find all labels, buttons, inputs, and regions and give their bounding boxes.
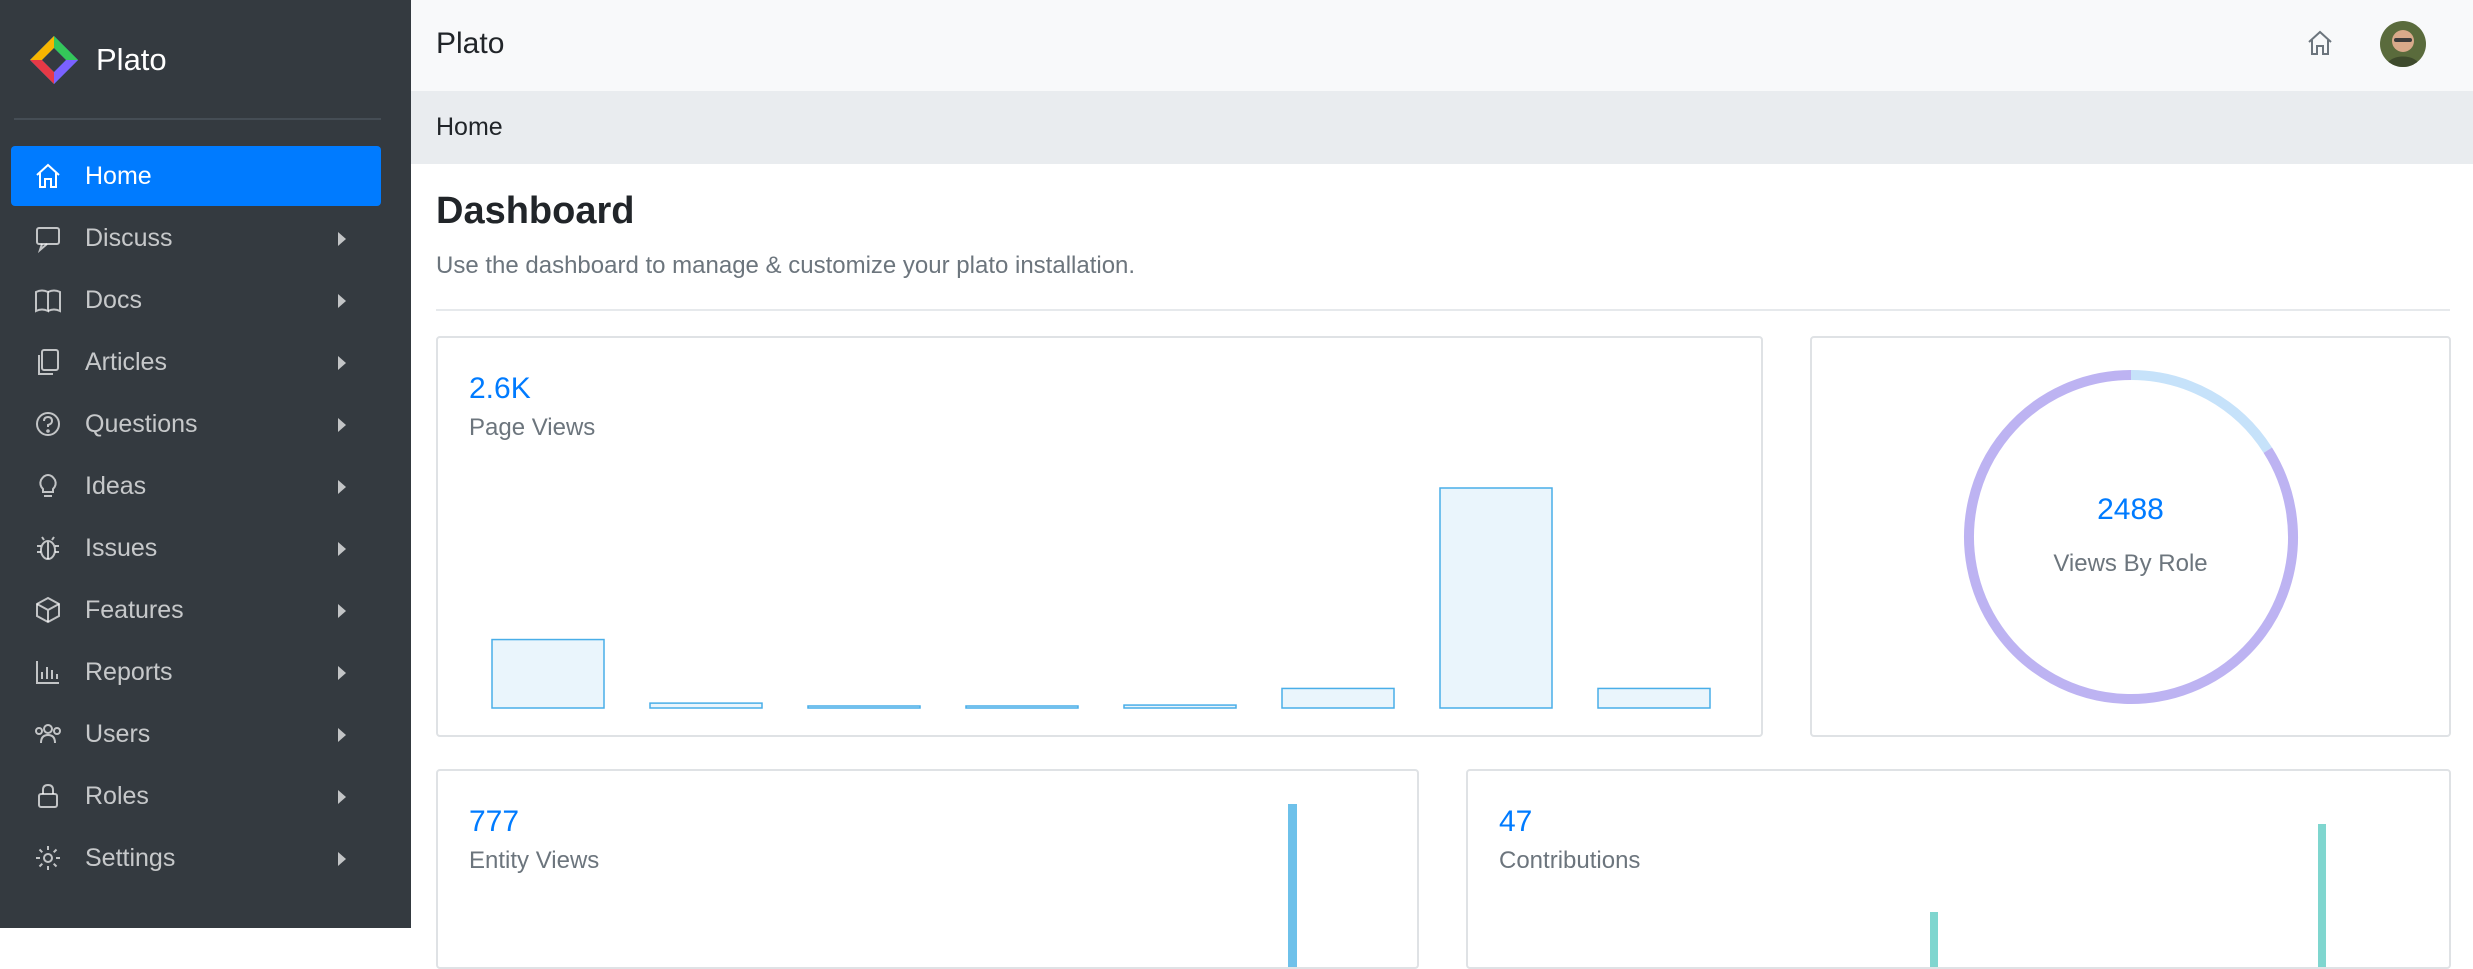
bar-2 (807, 705, 921, 709)
bar-6 (1439, 487, 1553, 709)
sidebar-item-ideas[interactable]: Ideas (11, 456, 381, 516)
contributions-value: 47 (1499, 805, 1533, 838)
caret-right-icon (338, 232, 346, 246)
sidebar-item-settings[interactable]: Settings (11, 828, 381, 888)
home-icon (36, 163, 60, 188)
sidebar-item-label: Articles (85, 347, 167, 376)
page-title: Dashboard (436, 190, 635, 232)
plato-logo-icon (30, 36, 78, 84)
sidebar-divider (14, 118, 381, 120)
topbar-title: Plato (436, 27, 505, 60)
caret-right-icon (338, 542, 346, 556)
sidebar-item-label: Ideas (85, 471, 147, 500)
sidebar-item-articles[interactable]: Articles (11, 332, 381, 392)
entity-views-value: 777 (469, 805, 520, 838)
sidebar-item-label: Reports (85, 657, 173, 686)
donut-slice-0 (2130, 370, 2273, 453)
caret-right-icon (338, 294, 346, 308)
sidebar-item-roles[interactable]: Roles (11, 766, 381, 826)
page-subtitle: Use the dashboard to manage & customize … (436, 252, 1136, 279)
bar-4 (1123, 704, 1237, 709)
question-circle-icon (36, 412, 60, 436)
top-navbar: Plato (411, 0, 2473, 91)
sidebar-item-label: Roles (85, 781, 149, 810)
page-views-bar-chart (491, 487, 1711, 709)
breadcrumb-item-home[interactable]: Home (436, 113, 503, 142)
lock-icon (38, 783, 58, 808)
copy-icon (38, 349, 59, 375)
page-divider (436, 309, 2450, 311)
bug-icon (37, 536, 59, 560)
caret-right-icon (338, 418, 346, 432)
sidebar-item-discuss[interactable]: Discuss (11, 208, 381, 268)
sidebar-item-label: Home (85, 161, 152, 190)
bar-chart-icon (36, 661, 59, 684)
contributions-bar-small (1930, 912, 1938, 967)
contributions-bar-large (2318, 824, 2326, 967)
sidebar-item-reports[interactable]: Reports (11, 642, 381, 702)
bar-1 (649, 702, 763, 709)
views-by-role-card: 2488 Views By Role (1810, 336, 2451, 737)
views-by-role-label: Views By Role (2053, 550, 2208, 577)
sidebar-item-label: Discuss (85, 223, 173, 252)
breadcrumb: Home (411, 91, 2473, 164)
caret-right-icon (338, 666, 346, 680)
sidebar-item-label: Features (85, 595, 184, 624)
sidebar-item-questions[interactable]: Questions (11, 394, 381, 454)
sidebar-item-label: Settings (85, 843, 176, 872)
brand-name: Plato (96, 42, 167, 77)
sidebar: Plato Home Discuss Docs Articles Questions Id… (0, 0, 411, 928)
comment-icon (36, 227, 60, 253)
sidebar-item-home[interactable]: Home (11, 146, 381, 206)
sidebar-item-label: Users (85, 719, 151, 748)
bar-7 (1597, 687, 1711, 709)
users-icon (35, 724, 61, 744)
caret-right-icon (338, 790, 346, 804)
sidebar-item-users[interactable]: Users (11, 704, 381, 764)
contributions-label: Contributions (1499, 847, 1641, 874)
sidebar-item-features[interactable]: Features (11, 580, 381, 640)
bar-3 (965, 705, 1079, 709)
caret-right-icon (338, 480, 346, 494)
page-views-card: 2.6K Page Views (436, 336, 1763, 737)
cube-icon (36, 596, 60, 624)
bar-5 (1281, 687, 1395, 709)
caret-right-icon (338, 852, 346, 866)
views-by-role-value: 2488 (2097, 493, 2164, 526)
sidebar-item-issues[interactable]: Issues (11, 518, 381, 578)
caret-right-icon (338, 728, 346, 742)
views-by-role-donut-chart (1964, 370, 2298, 704)
brand[interactable]: Plato (28, 32, 167, 88)
sidebar-nav: Home Discuss Docs Articles Questions Ideas Iss… (11, 146, 381, 890)
sidebar-item-label: Questions (85, 409, 198, 438)
sidebar-item-label: Issues (85, 533, 158, 562)
entity-views-label: Entity Views (469, 847, 600, 874)
entity-views-bar (1288, 804, 1297, 967)
book-icon (35, 289, 61, 313)
avatar[interactable] (2380, 21, 2426, 67)
lightbulb-icon (39, 473, 57, 497)
home-icon[interactable] (2304, 27, 2336, 59)
sidebar-item-docs[interactable]: Docs (11, 270, 381, 330)
caret-right-icon (338, 604, 346, 618)
entity-views-card: 777 Entity Views (436, 769, 1419, 969)
caret-right-icon (338, 356, 346, 370)
bar-0 (491, 638, 605, 709)
gear-icon (36, 846, 60, 870)
sidebar-item-label: Docs (85, 285, 142, 314)
contributions-card: 47 Contributions (1466, 769, 2451, 969)
user-avatar-image (2380, 21, 2426, 67)
